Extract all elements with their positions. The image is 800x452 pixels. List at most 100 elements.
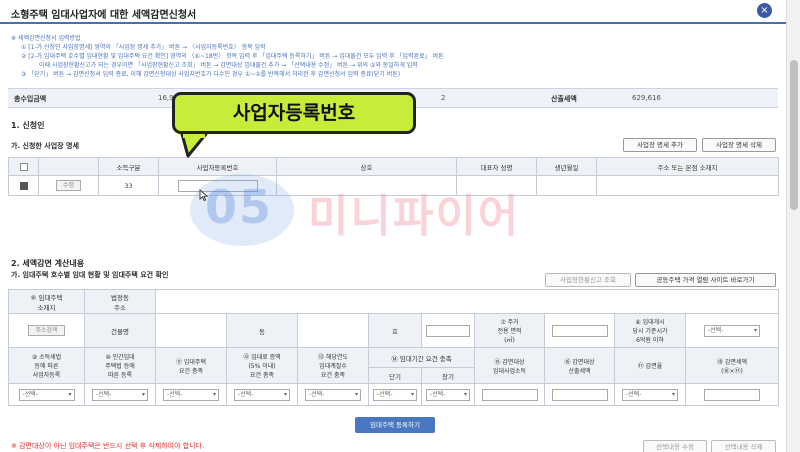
ho-label: 호: [368, 313, 422, 348]
income-input[interactable]: [481, 388, 538, 401]
row-select-cell[interactable]: [8, 175, 39, 196]
calculated-tax-label: 산출세액: [551, 95, 577, 103]
rental-table: ⑥ 임대주택 소재지 법정동 주소 주소검색 건물명 동 호 ⑦ 주거 전용 면…: [8, 289, 780, 406]
scrollbar-thumb[interactable]: [790, 60, 798, 210]
registration-header: ⑨ 소득세법 등에 따른 사업자등록: [8, 347, 85, 384]
callout-bubble: 사업자등록번호: [172, 92, 416, 134]
period-header: ⑭ 임대기간 요건 충족: [368, 347, 475, 368]
mouse-cursor-icon: [199, 189, 208, 202]
header-representative: 대표자 성명: [456, 157, 537, 176]
short-term-header: 단기: [368, 367, 422, 384]
building-name-cell: [155, 313, 227, 348]
ho-input[interactable]: [426, 324, 470, 337]
area-input[interactable]: [551, 324, 608, 337]
dong-cell: [297, 313, 369, 348]
table-row: ⑥ 임대주택 소재지 법정동 주소: [8, 289, 780, 314]
registration-select[interactable]: -선택-: [18, 388, 75, 401]
input-guide: ※ 세액감면신청서 입력방법 ① [1-가.신청인 사업장명세] 영역의 「사업…: [11, 34, 771, 79]
callout-tail: [180, 134, 208, 158]
ho-cell: [421, 313, 475, 348]
rate-cell: -선택-: [614, 383, 686, 406]
guide-heading: ※ 세액감면신청서 입력방법: [11, 35, 81, 42]
edit-selected-button[interactable]: 선택내용 수정: [643, 440, 707, 452]
short-term-select[interactable]: -선택-: [373, 388, 417, 401]
rate-header: ⑰ 감면율: [614, 347, 686, 384]
guide-line: ② [2-가.임대주택 호수별 임대현황 및 임대주택 요건 확인] 영역의 〈…: [21, 53, 444, 60]
callout-text: 사업자등록번호: [232, 102, 356, 124]
select-cell: -선택-: [155, 383, 227, 406]
income-cell: [474, 383, 545, 406]
year-req-header: ⑬ 해당연도 임대계절수 요건 충족: [297, 347, 369, 384]
summary-count-value: 2: [441, 94, 446, 102]
close-button[interactable]: ×: [757, 3, 772, 18]
income-type-cell: 33: [98, 175, 159, 196]
select-cell: -선택-: [8, 383, 85, 406]
delete-selected-button[interactable]: 선택내용 삭제: [711, 440, 776, 452]
watermark-text: 미니파이어: [308, 191, 521, 242]
row-checkbox[interactable]: [19, 181, 28, 190]
section1-subtitle: 가. 신청한 사업장 명세: [11, 142, 79, 150]
tax-cell: [544, 383, 615, 406]
dialog-title: 소형주택 임대사업자에 대한 세액감면신청서: [11, 10, 197, 21]
long-term-select[interactable]: -선택-: [426, 388, 470, 401]
tax-header: ⑯ 감면대상 산출세액: [544, 347, 615, 384]
rent-increase-select[interactable]: -선택-: [234, 388, 290, 401]
select-cell: -선택-: [297, 383, 369, 406]
rental-req-header: ⑪ 임대주택 요건 충족: [155, 347, 227, 384]
section2-title: 2. 세액감면 계산내용: [11, 259, 85, 268]
select-cell: -선택-: [226, 383, 298, 406]
header-trade-name: 상호: [276, 157, 457, 176]
table-header-row: 소득구분 사업자등록번호 상호 대표자 성명 생년월일 주소 또는 본점 소재지: [8, 157, 779, 176]
select-cell: -선택-: [368, 383, 422, 406]
dong-label: 동: [226, 313, 298, 348]
section1-title: 1. 신청인: [11, 121, 45, 130]
total-revenue-label: 총수입금액: [14, 95, 47, 103]
row-edit-button[interactable]: 수정: [55, 180, 82, 191]
header-business-number: 사업자등록번호: [158, 157, 277, 176]
amount-header: ⑱ 감면세액 (⑯×⑰): [684, 347, 780, 384]
table-row: 주소검색 건물명 동 호 ⑦ 주거 전용 면적 (㎡) ⑧ 임대개시 당시 기준…: [8, 313, 780, 348]
select-cell: -선택-: [84, 383, 156, 406]
select-all-cell[interactable]: [8, 157, 39, 176]
rental-req-select[interactable]: -선택-: [163, 388, 219, 401]
table-row: -선택- -선택- -선택- -선택- -선택- -선택- -선택- -선택-: [8, 383, 780, 406]
calculated-tax-value: 629,616: [632, 94, 661, 102]
warning-text: ※ 감면대상이 아닌 임대주택은 반드시 선택 후 삭제하여야 합니다.: [11, 442, 205, 450]
header-address: 주소 또는 본점 소재지: [596, 157, 779, 176]
select-all-checkbox[interactable]: [19, 162, 28, 171]
rent-increase-header: ⑫ 임대료 증액 (5% 이내) 요건 충족: [226, 347, 298, 384]
tax-input[interactable]: [551, 388, 608, 401]
address-value-cell: [154, 289, 780, 314]
watermark-number: 05: [205, 180, 274, 234]
address-search-button[interactable]: 주소검색: [28, 325, 65, 336]
select-cell: -선택-: [421, 383, 475, 406]
vertical-scrollbar[interactable]: [786, 0, 800, 452]
address-cell: [596, 175, 779, 196]
private-rental-select[interactable]: -선택-: [92, 388, 148, 401]
area-header: ⑦ 주거 전용 면적 (㎡): [474, 313, 545, 348]
add-business-button[interactable]: 사업장 명세 추가: [623, 138, 697, 152]
guide-line: 이때 사업장현황신고가 되는 경우이면 「사업장현황신고 조회」 버튼 → 감면…: [39, 62, 418, 69]
guide-line: ③ 「닫기」 버튼 → 감면신청서 입력 종료, 이해 감면신청대상 사업자번호…: [21, 71, 401, 78]
base-price-select[interactable]: -선택-: [704, 324, 760, 337]
header-income-type: 소득구분: [98, 157, 159, 176]
rate-select[interactable]: -선택-: [622, 388, 678, 401]
report-lookup-button[interactable]: 사업장현황신고 조회: [545, 273, 631, 287]
long-term-header: 장기: [421, 367, 475, 384]
guide-line: ① [1-가.신청인 사업장명세] 영역의 「사업장 명세 추가」 버튼 → 〈…: [21, 44, 266, 51]
birthdate-cell: [536, 175, 597, 196]
table-row: ⑨ 소득세법 등에 따른 사업자등록 ⑩ 민간임대 주택법 등에 따른 등록 ⑪…: [8, 347, 780, 384]
year-req-select[interactable]: -선택-: [305, 388, 361, 401]
base-price-header: ⑧ 임대개시 당시 기준시가 6억원 이하: [614, 313, 686, 348]
register-rental-button[interactable]: 임대주택 등록하기: [355, 417, 435, 433]
building-name-label: 건물명: [84, 313, 156, 348]
delete-business-button[interactable]: 사업장 명세 삭제: [702, 138, 776, 152]
amount-input[interactable]: [704, 388, 760, 401]
amount-cell: [684, 383, 780, 406]
income-header: ⑮ 감면대상 임대사업소득: [474, 347, 545, 384]
header-birthdate: 생년월일: [536, 157, 597, 176]
legal-address-header: 법정동 주소: [84, 289, 156, 314]
price-site-button[interactable]: 공동주택 가격 열람 사이트 바로가기: [635, 273, 776, 287]
private-rental-header: ⑩ 민간임대 주택법 등에 따른 등록: [84, 347, 156, 384]
row-edit-cell: 수정: [38, 175, 99, 196]
